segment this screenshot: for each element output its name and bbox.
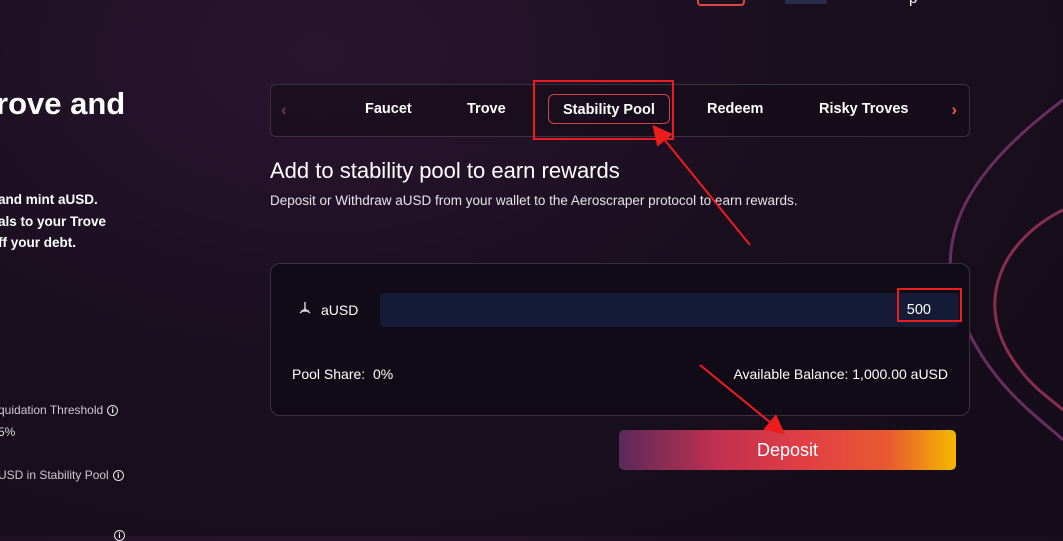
token-label: aUSD: [321, 302, 359, 318]
pool-share: Pool Share: 0%: [292, 366, 393, 382]
description-line: als to your Trove: [0, 213, 107, 229]
annotation-arrow: [652, 124, 751, 246]
page-description: and mint aUSD. als to your Trove ff your…: [0, 189, 106, 254]
tab-redeem[interactable]: Redeem: [707, 101, 763, 117]
section-title: Add to stability pool to earn rewards: [270, 158, 620, 183]
tab-risky-troves[interactable]: Risky Troves: [819, 101, 908, 117]
page-title: rove and: [0, 86, 126, 121]
tab-trove[interactable]: Trove: [467, 101, 506, 117]
chevron-left-icon[interactable]: ‹: [281, 100, 287, 120]
info-icon[interactable]: i: [107, 404, 119, 416]
stat-label: USD in Stability Pool: [0, 468, 109, 482]
liquidation-threshold-stat: quidation Threshold i: [0, 403, 119, 417]
deposit-card: aUSD Pool Share: 0% Available Balance: 1…: [270, 263, 970, 416]
deposit-button[interactable]: Deposit: [619, 430, 956, 470]
aeroscraper-icon: [298, 301, 312, 319]
amount-input[interactable]: [380, 293, 959, 327]
available-balance-label: Available Balance:: [733, 366, 849, 382]
annotation-highlight-box: [533, 80, 674, 140]
description-line: and mint aUSD.: [0, 192, 98, 207]
chevron-right-icon[interactable]: ›: [951, 100, 957, 120]
available-balance: Available Balance: 1,000.00 aUSD: [733, 366, 948, 382]
stat-value: 5%: [0, 425, 16, 439]
available-balance-value: 1,000.00 aUSD: [852, 366, 948, 382]
pool-share-label: Pool Share:: [292, 366, 366, 382]
info-icon[interactable]: i: [112, 469, 124, 481]
stat-label: quidation Threshold: [0, 403, 104, 417]
header-text: p: [909, 0, 917, 7]
section-description: Deposit or Withdraw aUSD from your walle…: [270, 193, 798, 208]
description-line: ff your debt.: [0, 235, 76, 250]
logo-icon[interactable]: [697, 0, 745, 6]
annotation-highlight-box: [897, 288, 962, 322]
stability-pool-stat: USD in Stability Pool i: [0, 468, 124, 482]
tab-faucet[interactable]: Faucet: [365, 101, 412, 117]
wallet-badge[interactable]: [785, 0, 827, 4]
pool-share-value: 0%: [372, 366, 394, 382]
